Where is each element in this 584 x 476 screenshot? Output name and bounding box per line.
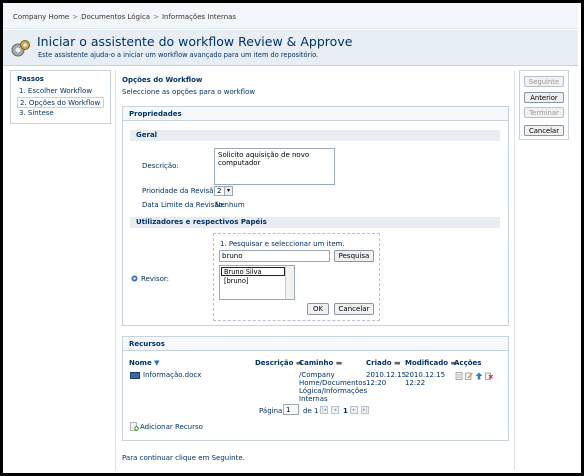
back-button[interactable]: Anterior: [524, 92, 564, 103]
search-results-list[interactable]: Bruno Silva [bruno]: [219, 265, 295, 300]
page-label: Página: [259, 407, 283, 415]
column-header-description[interactable]: Descrição ▬: [255, 359, 302, 367]
search-hint: 1. Pesquisar e seleccionar um item.: [220, 240, 345, 248]
roles-section-title: Utilizadores e respectivos Papéis: [130, 217, 500, 228]
breadcrumb: Company Home > Documentos Lógica > Informaçõ…: [3, 3, 578, 29]
prev-page-icon[interactable]: ◂: [331, 406, 339, 414]
page-count: de 1: [303, 407, 319, 415]
next-page-icon[interactable]: ▸: [350, 406, 358, 414]
remove-icon[interactable]: [485, 372, 493, 380]
step-item[interactable]: 3. Síntese: [17, 108, 104, 119]
chevron-down-icon: ▾: [224, 187, 232, 195]
column-label: Caminho: [299, 359, 334, 367]
column-header-name[interactable]: Nome ▼: [129, 359, 160, 367]
add-resource-link[interactable]: Adicionar Recurso: [140, 423, 203, 431]
page-number-input[interactable]: 1: [283, 404, 299, 415]
add-resource-icon: [130, 422, 139, 431]
cancel-button[interactable]: Cancelar: [524, 125, 564, 136]
column-label: Criado: [366, 359, 392, 367]
resource-name-link[interactable]: Informação.docx: [143, 371, 201, 379]
path-line: Internas: [299, 395, 328, 403]
modified-time: 12:22: [405, 379, 426, 387]
breadcrumb-separator: >: [153, 13, 159, 21]
column-header-actions: Acções: [454, 359, 482, 367]
step-item[interactable]: 1. Escolher Workflow: [17, 86, 104, 97]
finish-button[interactable]: Terminar: [524, 107, 564, 118]
column-header-path[interactable]: Caminho ▬: [299, 359, 342, 367]
description-textarea[interactable]: Solicito aquisição de novo computador: [214, 148, 335, 185]
section-hint: Seleccione as opções para o workflow: [122, 88, 256, 96]
properties-title: Propriedades: [123, 107, 508, 121]
path-line: /Company: [299, 371, 335, 379]
priority-select[interactable]: 2 ▾: [214, 186, 233, 196]
word-document-icon: [130, 372, 140, 379]
upload-icon[interactable]: [475, 372, 483, 380]
priority-label: Prioridade da Revisão:: [142, 187, 221, 195]
breadcrumb-separator: >: [72, 13, 79, 21]
resources-title: Recursos: [123, 337, 508, 351]
wizard-header: Iniciar o assistente do workflow Review …: [3, 30, 578, 66]
result-item[interactable]: Bruno Silva [bruno]: [221, 267, 285, 285]
column-header-modified[interactable]: Modificado ▬: [405, 359, 457, 367]
scrollbar[interactable]: [285, 266, 294, 299]
step-item-active[interactable]: 2. Opções do Workflow: [17, 97, 104, 108]
breadcrumb-item[interactable]: Informações Internas: [162, 13, 236, 21]
column-label: Nome: [129, 359, 152, 367]
steps-panel: Passos 1. Escolher Workflow 2. Opções do…: [10, 70, 111, 124]
main-content: Opções do Workflow Seleccione as opções …: [115, 70, 515, 470]
gear-icon: [11, 40, 30, 57]
section-heading: Opções do Workflow: [122, 76, 203, 84]
user-search-input[interactable]: bruno: [219, 250, 330, 262]
path-line: Lógica/Informações: [299, 387, 368, 395]
due-date-label: Data Limite da Revisão:: [142, 201, 226, 209]
footer-hint: Para continuar clique em Seguinte.: [122, 454, 245, 462]
column-label: Descrição: [255, 359, 294, 367]
cancel-picker-button[interactable]: Cancelar: [334, 303, 374, 315]
view-details-icon[interactable]: [455, 372, 463, 380]
breadcrumb-item[interactable]: Documentos Lógica: [81, 13, 150, 21]
sort-icon: ▬: [335, 359, 343, 367]
next-button[interactable]: Seguinte: [524, 76, 564, 87]
reviewer-label: Revisor:: [141, 275, 169, 283]
breadcrumb-item[interactable]: Company Home: [13, 13, 69, 21]
search-button[interactable]: Pesquisa: [334, 250, 374, 262]
edit-icon[interactable]: [465, 372, 473, 380]
general-section-title: Geral: [130, 130, 500, 141]
page-subtitle: Este assistente ajuda-o a iniciar um wor…: [38, 51, 319, 59]
modified-date: 2010.12.15: [405, 371, 446, 379]
created-date: 2010.12.15: [366, 371, 407, 379]
priority-value: 2: [217, 187, 222, 195]
required-bullet-icon: [131, 275, 138, 282]
page-title: Iniciar o assistente do workflow Review …: [37, 34, 353, 49]
path-line: Home/Documentos: [299, 379, 367, 387]
due-date-value: Nenhum: [215, 201, 245, 209]
steps-title: Passos: [17, 75, 44, 83]
resource-created: 2010.12.15 12:20: [366, 371, 406, 387]
column-header-created[interactable]: Criado ▬: [366, 359, 401, 367]
column-label: Modificado: [405, 359, 449, 367]
current-page: 1: [343, 407, 348, 415]
sort-icon: ▬: [393, 359, 401, 367]
created-time: 12:20: [366, 379, 387, 387]
ok-button[interactable]: OK: [307, 303, 329, 315]
sort-desc-icon: ▼: [154, 359, 160, 367]
first-page-icon[interactable]: |◂: [320, 406, 328, 414]
description-label: Descrição:: [142, 162, 179, 170]
resource-path: /Company Home/Documentos Lógica/Informaç…: [299, 371, 367, 403]
resource-modified: 2010.12.15 12:22: [405, 371, 445, 387]
last-page-icon[interactable]: ▸|: [361, 406, 369, 414]
